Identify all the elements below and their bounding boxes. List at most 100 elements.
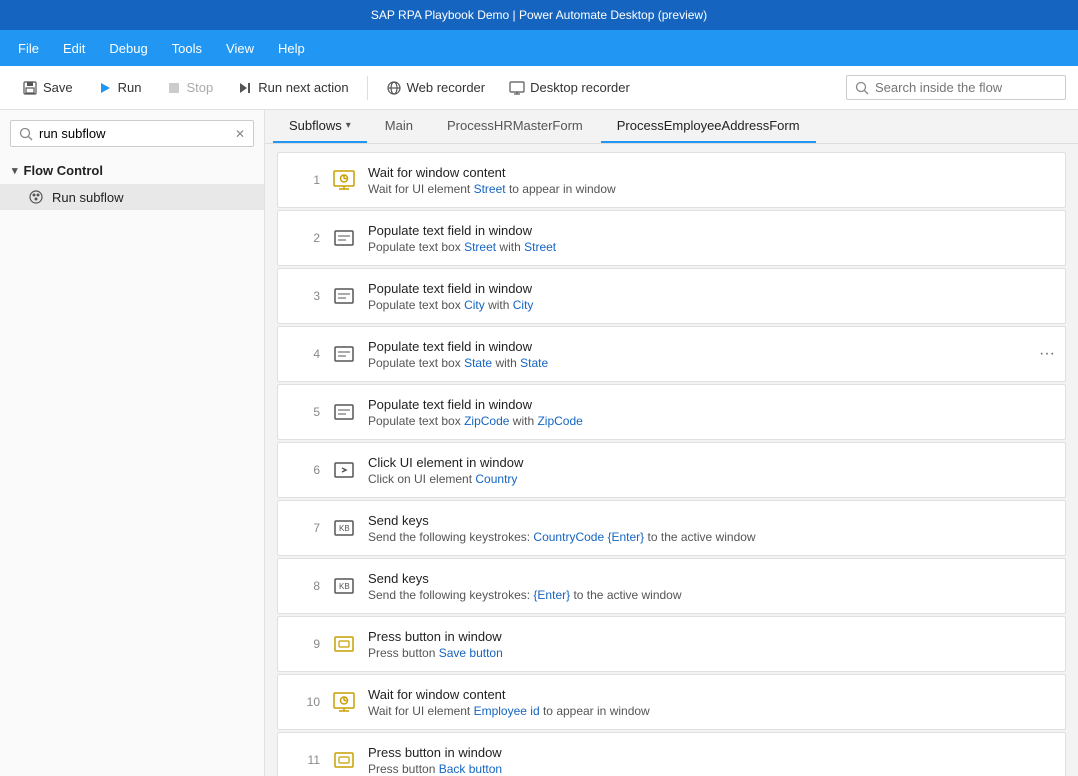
action-desc: Populate text box ZipCode with ZipCode — [368, 414, 1053, 428]
save-icon — [22, 80, 38, 96]
sidebar-search-input[interactable]: run subflow — [39, 126, 229, 141]
action-icon — [330, 282, 358, 310]
action-content: Click UI element in window Click on UI e… — [368, 455, 1053, 486]
action-desc: Populate text box State with State — [368, 356, 1053, 370]
action-desc: Send the following keystrokes: {Enter} t… — [368, 588, 1053, 602]
action-title: Populate text field in window — [368, 223, 1053, 238]
action-desc: Populate text box City with City — [368, 298, 1053, 312]
sidebar-item-run-subflow[interactable]: Run subflow — [0, 184, 264, 210]
action-content: Populate text field in window Populate t… — [368, 339, 1053, 370]
flow-canvas[interactable]: 1 Wait for window content Wait for UI el… — [265, 144, 1078, 776]
row-number: 5 — [290, 405, 320, 419]
action-icon — [330, 456, 358, 484]
menu-debug[interactable]: Debug — [99, 37, 157, 60]
row-number: 6 — [290, 463, 320, 477]
action-title: Populate text field in window — [368, 281, 1053, 296]
sidebar-search-container[interactable]: run subflow ✕ — [10, 120, 254, 147]
save-button[interactable]: Save — [12, 75, 83, 101]
toolbar-search[interactable] — [846, 75, 1066, 100]
run-subflow-label: Run subflow — [52, 190, 124, 205]
action-title: Click UI element in window — [368, 455, 1053, 470]
action-row[interactable]: 1 Wait for window content Wait for UI el… — [277, 152, 1066, 208]
action-icon: KB — [330, 572, 358, 600]
menu-view[interactable]: View — [216, 37, 264, 60]
action-desc: Press button Back button — [368, 762, 1053, 776]
action-desc: Populate text box Street with Street — [368, 240, 1053, 254]
row-number: 9 — [290, 637, 320, 651]
tab-process-employee[interactable]: ProcessEmployeeAddressForm — [601, 110, 816, 143]
populate-icon — [332, 342, 356, 366]
menu-bar: File Edit Debug Tools View Help — [0, 30, 1078, 66]
tab-subflows[interactable]: Subflows ▾ — [273, 110, 367, 143]
action-title: Send keys — [368, 513, 1053, 528]
sidebar-search-icon — [19, 127, 33, 141]
action-content: Wait for window content Wait for UI elem… — [368, 687, 1053, 718]
menu-edit[interactable]: Edit — [53, 37, 95, 60]
action-content: Press button in window Press button Save… — [368, 629, 1053, 660]
press-icon — [332, 748, 356, 772]
action-title: Press button in window — [368, 629, 1053, 644]
action-row[interactable]: 8 KB Send keys Send the following keystr… — [277, 558, 1066, 614]
menu-help[interactable]: Help — [268, 37, 315, 60]
action-title: Populate text field in window — [368, 397, 1053, 412]
toolbar-separator — [367, 76, 368, 100]
flow-search-input[interactable] — [875, 80, 1057, 95]
subflows-dropdown-icon[interactable]: ▾ — [346, 120, 351, 131]
run-next-button[interactable]: Run next action — [227, 75, 358, 101]
more-options[interactable]: ··· — [1039, 345, 1055, 363]
action-desc: Wait for UI element Employee id to appea… — [368, 704, 1053, 718]
action-icon — [330, 224, 358, 252]
action-icon — [330, 688, 358, 716]
tab-process-hr[interactable]: ProcessHRMasterForm — [431, 110, 599, 143]
run-icon — [97, 80, 113, 96]
menu-file[interactable]: File — [8, 37, 49, 60]
stop-icon — [166, 80, 182, 96]
action-title: Wait for window content — [368, 687, 1053, 702]
title-text: SAP RPA Playbook Demo | Power Automate D… — [371, 8, 707, 22]
web-recorder-button[interactable]: Web recorder — [376, 75, 496, 101]
action-row[interactable]: 6 Click UI element in window Click on UI… — [277, 442, 1066, 498]
tab-main[interactable]: Main — [369, 110, 429, 143]
action-content: Populate text field in window Populate t… — [368, 397, 1053, 428]
action-content: Wait for window content Wait for UI elem… — [368, 165, 1053, 196]
action-row[interactable]: 7 KB Send keys Send the following keystr… — [277, 500, 1066, 556]
action-row[interactable]: 5 Populate text field in window Populate… — [277, 384, 1066, 440]
row-number: 1 — [290, 173, 320, 187]
action-row[interactable]: 2 Populate text field in window Populate… — [277, 210, 1066, 266]
row-number: 3 — [290, 289, 320, 303]
action-content: Send keys Send the following keystrokes:… — [368, 513, 1053, 544]
click-icon — [332, 458, 356, 482]
populate-icon — [332, 284, 356, 308]
populate-icon — [332, 400, 356, 424]
send-icon: KB — [332, 574, 356, 598]
action-row[interactable]: 4 Populate text field in window Populate… — [277, 326, 1066, 382]
run-button[interactable]: Run — [87, 75, 152, 101]
action-row[interactable]: 10 Wait for window content Wait for UI e… — [277, 674, 1066, 730]
run-subflow-icon — [28, 189, 44, 205]
action-row[interactable]: 11 Press button in window Press button B… — [277, 732, 1066, 776]
toolbar: Save Run Stop Run next action Web record… — [0, 66, 1078, 110]
desktop-recorder-button[interactable]: Desktop recorder — [499, 75, 640, 101]
stop-button[interactable]: Stop — [156, 75, 224, 101]
clear-search-icon[interactable]: ✕ — [235, 127, 245, 141]
wait-icon — [332, 168, 356, 192]
category-label: Flow Control — [24, 163, 103, 178]
row-number: 10 — [290, 695, 320, 709]
run-next-icon — [237, 80, 253, 96]
action-icon — [330, 630, 358, 658]
send-icon: KB — [332, 516, 356, 540]
category-flow-control[interactable]: ▾ Flow Control — [0, 157, 264, 184]
svg-text:KB: KB — [339, 524, 350, 533]
action-row[interactable]: 9 Press button in window Press button Sa… — [277, 616, 1066, 672]
row-number: 7 — [290, 521, 320, 535]
row-number: 8 — [290, 579, 320, 593]
action-icon — [330, 746, 358, 774]
row-number: 2 — [290, 231, 320, 245]
action-row[interactable]: 3 Populate text field in window Populate… — [277, 268, 1066, 324]
action-desc: Wait for UI element Street to appear in … — [368, 182, 1053, 196]
menu-tools[interactable]: Tools — [162, 37, 212, 60]
sidebar: run subflow ✕ ▾ Flow Control Run subflow — [0, 110, 265, 776]
row-number: 11 — [290, 753, 320, 767]
action-icon — [330, 166, 358, 194]
action-title: Press button in window — [368, 745, 1053, 760]
